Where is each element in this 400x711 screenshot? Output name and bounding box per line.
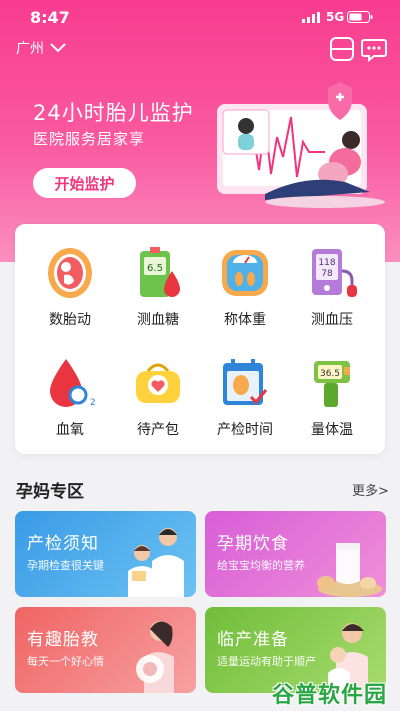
service-label: 产检时间 — [217, 422, 273, 438]
milk-eggs-illustration — [317, 543, 382, 597]
blood-pressure-icon: 118 78 — [312, 249, 357, 297]
signal-icon — [302, 12, 320, 23]
thermometer-icon: 36.5 — [314, 361, 350, 407]
service-label: 量体温 — [311, 422, 353, 438]
tile-title: 有趣胎教 — [27, 630, 99, 650]
service-maternity-bag[interactable]: 待产包 — [118, 355, 198, 439]
doctor-nurse-illustration — [128, 528, 184, 597]
blood-oxygen-icon: 2 — [50, 359, 96, 408]
start-monitor-button[interactable]: 开始监护 — [33, 168, 136, 198]
section-title: 孕妈专区 — [16, 482, 84, 502]
tile-prenatal-education[interactable]: 有趣胎教 每天一个好心情 — [15, 607, 196, 693]
city-selector[interactable]: 广州 — [16, 38, 66, 58]
service-fetal-movement[interactable]: 数胎动 — [30, 245, 110, 329]
svg-text:118: 118 — [318, 258, 335, 268]
service-label: 称体重 — [224, 312, 266, 328]
more-link[interactable]: 更多> — [352, 480, 389, 499]
chevron-down-icon — [50, 43, 66, 53]
banner-subtitle: 医院服务居家享 — [33, 130, 146, 148]
pregnant-woman-illustration — [217, 82, 385, 208]
scale-icon — [222, 250, 268, 296]
status-bar: 8:47 5G — [0, 0, 400, 34]
maternity-bag-icon — [136, 363, 180, 403]
service-blood-glucose[interactable]: 6.5 测血糖 — [118, 245, 198, 329]
city-label: 广州 — [16, 41, 44, 57]
message-icon[interactable] — [361, 36, 387, 62]
svg-text:2: 2 — [90, 398, 96, 408]
svg-text:78: 78 — [321, 269, 333, 279]
glucose-meter-icon: 6.5 — [140, 247, 180, 297]
fetus-icon — [48, 248, 92, 298]
svg-text:36.5: 36.5 — [320, 369, 340, 379]
svg-text:6.5: 6.5 — [147, 263, 163, 274]
tile-subtitle: 适量运动有助于顺产 — [217, 655, 316, 668]
service-label: 待产包 — [137, 422, 179, 438]
service-label: 数胎动 — [49, 312, 91, 328]
service-blood-oxygen[interactable]: 2 血氧 — [30, 355, 110, 439]
services-card: 数胎动 6.5 测血糖 称体重 118 78 测血压 2 血氧 待产包 产检时间… — [15, 224, 385, 454]
service-label: 测血压 — [311, 312, 353, 328]
scan-icon[interactable] — [329, 36, 355, 62]
tile-pregnancy-diet[interactable]: 孕期饮食 给宝宝均衡的营养 — [205, 511, 386, 597]
calendar-icon — [223, 359, 268, 405]
tile-title: 临产准备 — [217, 630, 289, 650]
status-time: 8:47 — [30, 8, 70, 27]
watermark: 谷普软件园 — [272, 683, 388, 708]
service-label: 血氧 — [56, 422, 84, 438]
pregnant-mother-illustration — [136, 621, 174, 693]
tile-title: 孕期饮食 — [217, 534, 289, 554]
service-weight[interactable]: 称体重 — [205, 245, 285, 329]
service-checkup-schedule[interactable]: 产检时间 — [205, 355, 285, 439]
banner-title: 24小时胎儿监护 — [33, 101, 194, 125]
battery-icon — [347, 11, 373, 23]
tile-subtitle: 给宝宝均衡的营养 — [217, 559, 305, 572]
service-temperature[interactable]: 36.5 量体温 — [292, 355, 372, 439]
tile-subtitle: 孕期检查很关键 — [27, 559, 104, 572]
service-label: 测血糖 — [137, 312, 179, 328]
tile-title: 产检须知 — [27, 534, 99, 554]
tile-subtitle: 每天一个好心情 — [27, 655, 104, 668]
tile-checkup-guide[interactable]: 产检须知 孕期检查很关键 — [15, 511, 196, 597]
service-blood-pressure[interactable]: 118 78 测血压 — [292, 245, 372, 329]
network-type: 5G — [326, 10, 345, 24]
